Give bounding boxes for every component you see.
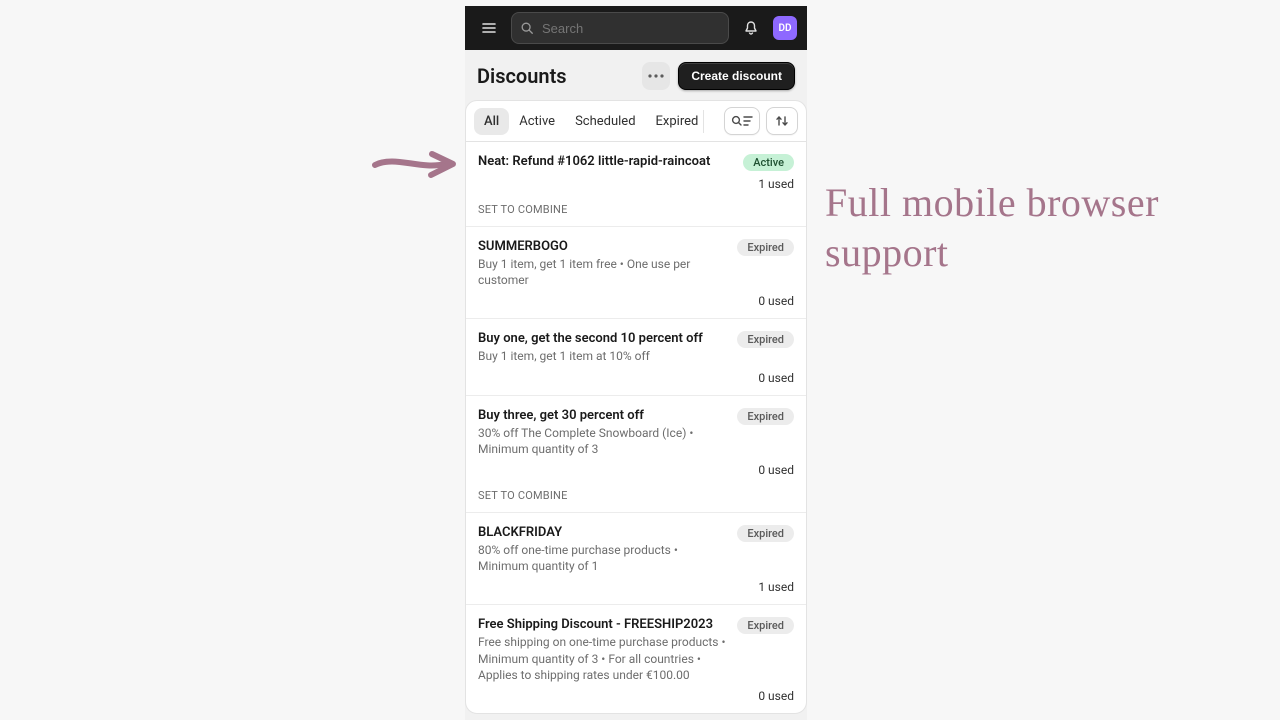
usage-count: 0 used xyxy=(478,463,794,477)
marketing-caption: Full mobile browser support xyxy=(825,178,1280,278)
discount-row[interactable]: Buy one, get the second 10 percent off B… xyxy=(466,319,806,395)
usage-count: 0 used xyxy=(478,294,794,308)
status-badge: Expired xyxy=(737,331,794,348)
status-badge: Expired xyxy=(737,617,794,634)
tabs-row: All Active Scheduled Expired + xyxy=(466,101,806,142)
discount-subtitle: Free shipping on one-time purchase produ… xyxy=(478,634,729,683)
status-badge: Expired xyxy=(737,239,794,256)
create-discount-button[interactable]: Create discount xyxy=(678,62,795,90)
discount-row[interactable]: Buy three, get 30 percent off 30% off Th… xyxy=(466,396,806,513)
discount-row[interactable]: Free Shipping Discount - FREESHIP2023 Fr… xyxy=(466,605,806,713)
discount-subtitle: Buy 1 item, get 1 item free • One use pe… xyxy=(478,256,729,288)
tab-scheduled[interactable]: Scheduled xyxy=(565,108,645,135)
add-view-button[interactable]: + xyxy=(708,108,718,135)
search-icon xyxy=(520,21,534,35)
tab-active[interactable]: Active xyxy=(509,108,565,135)
usage-count: 1 used xyxy=(478,580,794,594)
ellipsis-icon xyxy=(648,74,664,78)
discount-subtitle: Buy 1 item, get 1 item at 10% off xyxy=(478,348,729,364)
discount-title: Neat: Refund #1062 little-rapid-raincoat xyxy=(478,154,735,169)
learn-more-footer: Learn more about discounts xyxy=(465,714,807,720)
search-input[interactable] xyxy=(540,20,720,37)
mobile-viewport: DD Discounts Create discount All Active … xyxy=(465,6,807,720)
discount-title: Free Shipping Discount - FREESHIP2023 xyxy=(478,617,729,632)
search-box[interactable] xyxy=(511,12,729,44)
avatar[interactable]: DD xyxy=(773,16,797,40)
tab-all[interactable]: All xyxy=(474,108,509,135)
discount-title: BLACKFRIDAY xyxy=(478,525,729,540)
discount-title: Buy three, get 30 percent off xyxy=(478,408,729,423)
sort-button[interactable] xyxy=(766,107,798,135)
status-badge: Expired xyxy=(737,408,794,425)
usage-count: 1 used xyxy=(478,177,794,191)
discounts-card: All Active Scheduled Expired + xyxy=(465,100,807,714)
discount-subtitle: 80% off one-time purchase products • Min… xyxy=(478,542,729,574)
usage-count: 0 used xyxy=(478,371,794,385)
page-header: Discounts Create discount xyxy=(465,50,807,100)
pointer-arrow xyxy=(370,150,460,180)
combine-label: SET TO COMBINE xyxy=(478,489,794,502)
more-actions-button[interactable] xyxy=(642,62,670,90)
page-title: Discounts xyxy=(477,64,567,88)
sort-icon xyxy=(775,114,789,128)
discount-subtitle: 30% off The Complete Snowboard (Ice) • M… xyxy=(478,425,729,457)
status-badge: Expired xyxy=(737,525,794,542)
topbar: DD xyxy=(465,6,807,50)
tab-expired[interactable]: Expired xyxy=(646,108,709,135)
notifications-icon[interactable] xyxy=(737,14,765,42)
usage-count: 0 used xyxy=(478,689,794,703)
tabs: All Active Scheduled Expired + xyxy=(474,108,718,135)
discount-title: Buy one, get the second 10 percent off xyxy=(478,331,729,346)
discount-row[interactable]: Neat: Refund #1062 little-rapid-raincoat… xyxy=(466,142,806,227)
combine-label: SET TO COMBINE xyxy=(478,203,794,216)
hamburger-menu-icon[interactable] xyxy=(475,14,503,42)
search-filter-button[interactable] xyxy=(724,107,760,135)
status-badge: Active xyxy=(743,154,794,171)
discount-title: SUMMERBOGO xyxy=(478,239,729,254)
discount-row[interactable]: SUMMERBOGO Buy 1 item, get 1 item free •… xyxy=(466,227,806,319)
discount-row[interactable]: BLACKFRIDAY 80% off one-time purchase pr… xyxy=(466,513,806,605)
